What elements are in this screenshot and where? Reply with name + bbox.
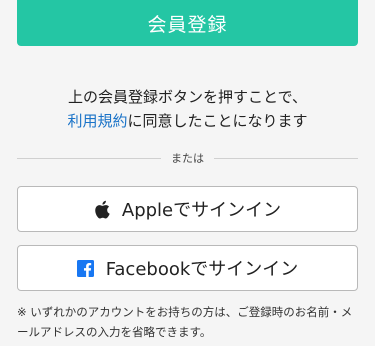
apple-signin-button[interactable]: Appleでサインイン xyxy=(17,186,358,232)
account-info-note: ※ いずれかのアカウントをお持ちの方は、ご登録時のお名前・メールアドレスの入力を… xyxy=(17,305,353,339)
terms-of-service-link[interactable]: 利用規約 xyxy=(67,112,127,130)
consent-text-start: 上の会員登録ボタンを押すことで、 xyxy=(68,88,307,106)
divider-line-left xyxy=(17,157,161,159)
register-button[interactable]: 会員登録 xyxy=(17,0,358,46)
or-divider: または xyxy=(17,148,358,168)
apple-signin-label: Appleでサインイン xyxy=(121,200,282,221)
divider-line-right xyxy=(214,157,358,159)
consent-text-line1: 上の会員登録ボタンを押すことで、 xyxy=(0,84,375,110)
apple-logo-icon xyxy=(94,200,110,219)
register-button-label: 会員登録 xyxy=(147,13,228,36)
facebook-logo-icon xyxy=(76,259,94,277)
consent-text-line2: 利用規約に同意したことになります xyxy=(0,108,375,134)
consent-text-end: に同意したことになります xyxy=(127,112,308,130)
facebook-signin-button[interactable]: Facebookでサインイン xyxy=(17,245,358,291)
facebook-signin-label: Facebookでサインイン xyxy=(105,259,299,280)
divider-label: または xyxy=(171,152,204,165)
signup-page: 会員登録 上の会員登録ボタンを押すことで、 利用規約に同意したことになります ま… xyxy=(0,0,375,346)
